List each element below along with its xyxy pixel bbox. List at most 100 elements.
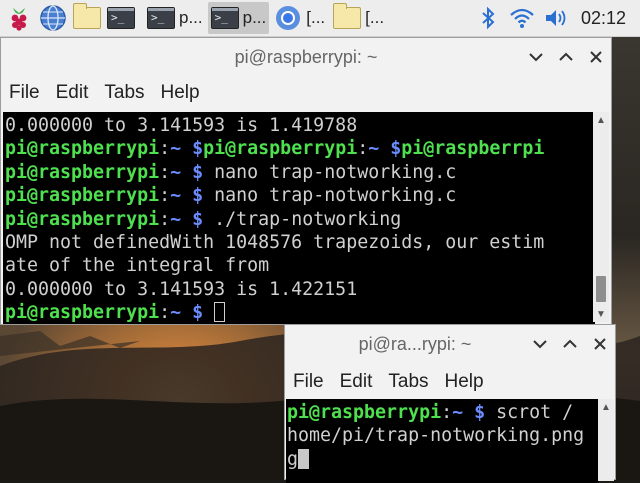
terminal-launcher-icon[interactable]: >_: [106, 3, 136, 33]
terminal-text: ate of the integral from: [5, 255, 270, 277]
terminal-output[interactable]: 0.000000 to 3.141593 is 1.419788 pi@raspb…: [3, 112, 595, 324]
maximize-button[interactable]: [551, 42, 581, 72]
taskbar: >_ >_ p... >_ p... [... [... 02:12: [0, 0, 640, 37]
terminal-line: 0.000000 to 3.141593 is 1.422151: [5, 278, 595, 301]
task-label: p...: [242, 8, 267, 27]
folder-icon: [333, 3, 362, 29]
terminal-output[interactable]: pi@raspberrypi:~ $ scrot / home/pi/trap-n…: [286, 399, 599, 483]
window-titlebar[interactable]: pi@ra...rypi: ~: [285, 325, 615, 363]
minimize-button[interactable]: [525, 329, 555, 359]
menu-help[interactable]: Help: [153, 82, 208, 104]
prompt-path: ~ $: [170, 302, 204, 324]
menu-tabs[interactable]: Tabs: [380, 371, 436, 393]
terminal-text: :: [159, 161, 171, 183]
terminal-line: pi@raspberrypi:~ $: [5, 301, 595, 324]
task-terminal-2[interactable]: >_ p...: [207, 2, 270, 34]
terminal-line: pi@raspberrypi:~ $ nano trap-notworking.…: [5, 161, 595, 184]
terminal-text: ./trap-notworking: [203, 208, 402, 230]
scrollbar[interactable]: ▲: [598, 399, 614, 481]
terminal-line: home/pi/trap-notworking.png: [287, 424, 599, 447]
close-icon: [590, 51, 602, 63]
terminal-text: home/pi/trap-notworking.png: [287, 425, 585, 447]
close-button[interactable]: [585, 329, 615, 359]
terminal-line: pi@raspberrypi:~ $pi@raspberrypi:~ $pi@r…: [5, 137, 595, 160]
terminal-text: :: [159, 138, 171, 160]
task-label: [...: [306, 8, 326, 27]
maximize-button[interactable]: [555, 329, 585, 359]
terminal-line: pi@raspberrypi:~ $ nano trap-notworking.…: [5, 184, 595, 207]
terminal-line: pi@raspberrypi:~ $ ./trap-notworking: [5, 208, 595, 231]
terminal-text: :: [159, 185, 171, 207]
terminal-text: g: [287, 448, 299, 470]
prompt-path: ~ $: [170, 208, 204, 230]
chevron-up-icon: [563, 339, 577, 348]
prompt-user-host: pi@raspberrypi: [5, 302, 160, 324]
close-icon: [594, 338, 606, 350]
task-terminal-1[interactable]: >_ p...: [144, 2, 206, 34]
chevron-down-icon: [529, 53, 543, 62]
terminal-icon: >_: [107, 7, 135, 29]
menu-help[interactable]: Help: [437, 371, 492, 393]
scrollbar[interactable]: ▲ ▼: [593, 112, 609, 322]
task-chromium[interactable]: [...: [271, 2, 328, 34]
terminal-text: scrot /: [485, 402, 574, 423]
terminal-text: OMP not definedWith 1048576 trapezoids, …: [5, 231, 545, 253]
window-title: pi@ra...rypi: ~: [358, 333, 472, 354]
task-file-manager[interactable]: [...: [330, 2, 387, 34]
prompt-user-host: pi@raspberrypi: [5, 208, 160, 230]
prompt-user-host: pi@raspberrypi: [5, 138, 160, 160]
prompt-user-host: pi@raspberrypi: [287, 402, 442, 423]
menu-file[interactable]: File: [1, 82, 48, 104]
terminal-text: 0.000000 to 3.141593 is 1.422151: [5, 278, 358, 300]
scroll-up-arrow-icon[interactable]: ▲: [593, 112, 609, 128]
terminal-icon: >_: [147, 7, 175, 29]
raspberry-menu-icon[interactable]: [4, 3, 34, 33]
text-cursor: [214, 302, 226, 323]
terminal-line: 0.000000 to 3.141593 is 1.419788: [5, 114, 595, 137]
task-label: [...: [365, 8, 385, 27]
terminal-window-small[interactable]: pi@ra...rypi: ~ File Edit Tabs Help pi@r…: [284, 324, 616, 483]
window-titlebar[interactable]: pi@raspberrypi: ~: [1, 38, 611, 76]
clock[interactable]: 02:12: [581, 8, 626, 29]
prompt-path: ~ $: [368, 138, 402, 160]
window-title: pi@raspberrypi: ~: [234, 46, 378, 67]
menu-edit[interactable]: Edit: [48, 82, 97, 104]
prompt-path: ~ $: [170, 185, 204, 207]
scroll-down-arrow-icon[interactable]: ▼: [593, 306, 609, 322]
terminal-line: ate of the integral from: [5, 254, 595, 277]
chevron-down-icon: [533, 340, 547, 349]
scrollbar-thumb[interactable]: [596, 276, 606, 302]
menu-file[interactable]: File: [285, 371, 332, 393]
prompt-path: ~ $: [452, 402, 486, 423]
scroll-up-arrow-icon[interactable]: ▲: [598, 399, 614, 415]
web-browser-icon[interactable]: [38, 3, 68, 33]
menu-edit[interactable]: Edit: [332, 371, 381, 393]
close-button[interactable]: [581, 42, 611, 72]
file-manager-icon[interactable]: [72, 3, 102, 33]
bluetooth-icon[interactable]: [473, 3, 503, 33]
prompt-user-host: pi@raspberrypi: [203, 138, 358, 160]
terminal-text: :: [441, 402, 453, 423]
prompt-path: ~ $: [170, 138, 204, 160]
terminal-window-main[interactable]: pi@raspberrypi: ~ File Edit Tabs Help 0.…: [0, 37, 612, 325]
terminal-text: :: [159, 208, 171, 230]
volume-icon[interactable]: [541, 3, 571, 33]
folder-icon: [73, 3, 101, 29]
minimize-button[interactable]: [521, 42, 551, 72]
terminal-line: OMP not definedWith 1048576 trapezoids, …: [5, 231, 595, 254]
menubar: File Edit Tabs Help: [285, 365, 615, 399]
menu-tabs[interactable]: Tabs: [96, 82, 152, 104]
terminal-text: :: [357, 138, 369, 160]
wifi-icon[interactable]: [507, 3, 537, 33]
prompt-user-host: pi@raspberrypi: [5, 185, 160, 207]
chromium-icon: [276, 6, 301, 30]
terminal-text: :: [159, 302, 171, 324]
chevron-up-icon: [559, 52, 573, 61]
terminal-text: nano trap-notworking.c: [203, 161, 457, 183]
menubar: File Edit Tabs Help: [1, 76, 611, 110]
terminal-line: pi@raspberrypi:~ $ scrot /: [287, 401, 599, 424]
terminal-icon: >_: [210, 7, 239, 29]
terminal-text: 0.000000 to 3.141593 is 1.419788: [5, 115, 358, 136]
terminal-line: g: [287, 448, 599, 471]
